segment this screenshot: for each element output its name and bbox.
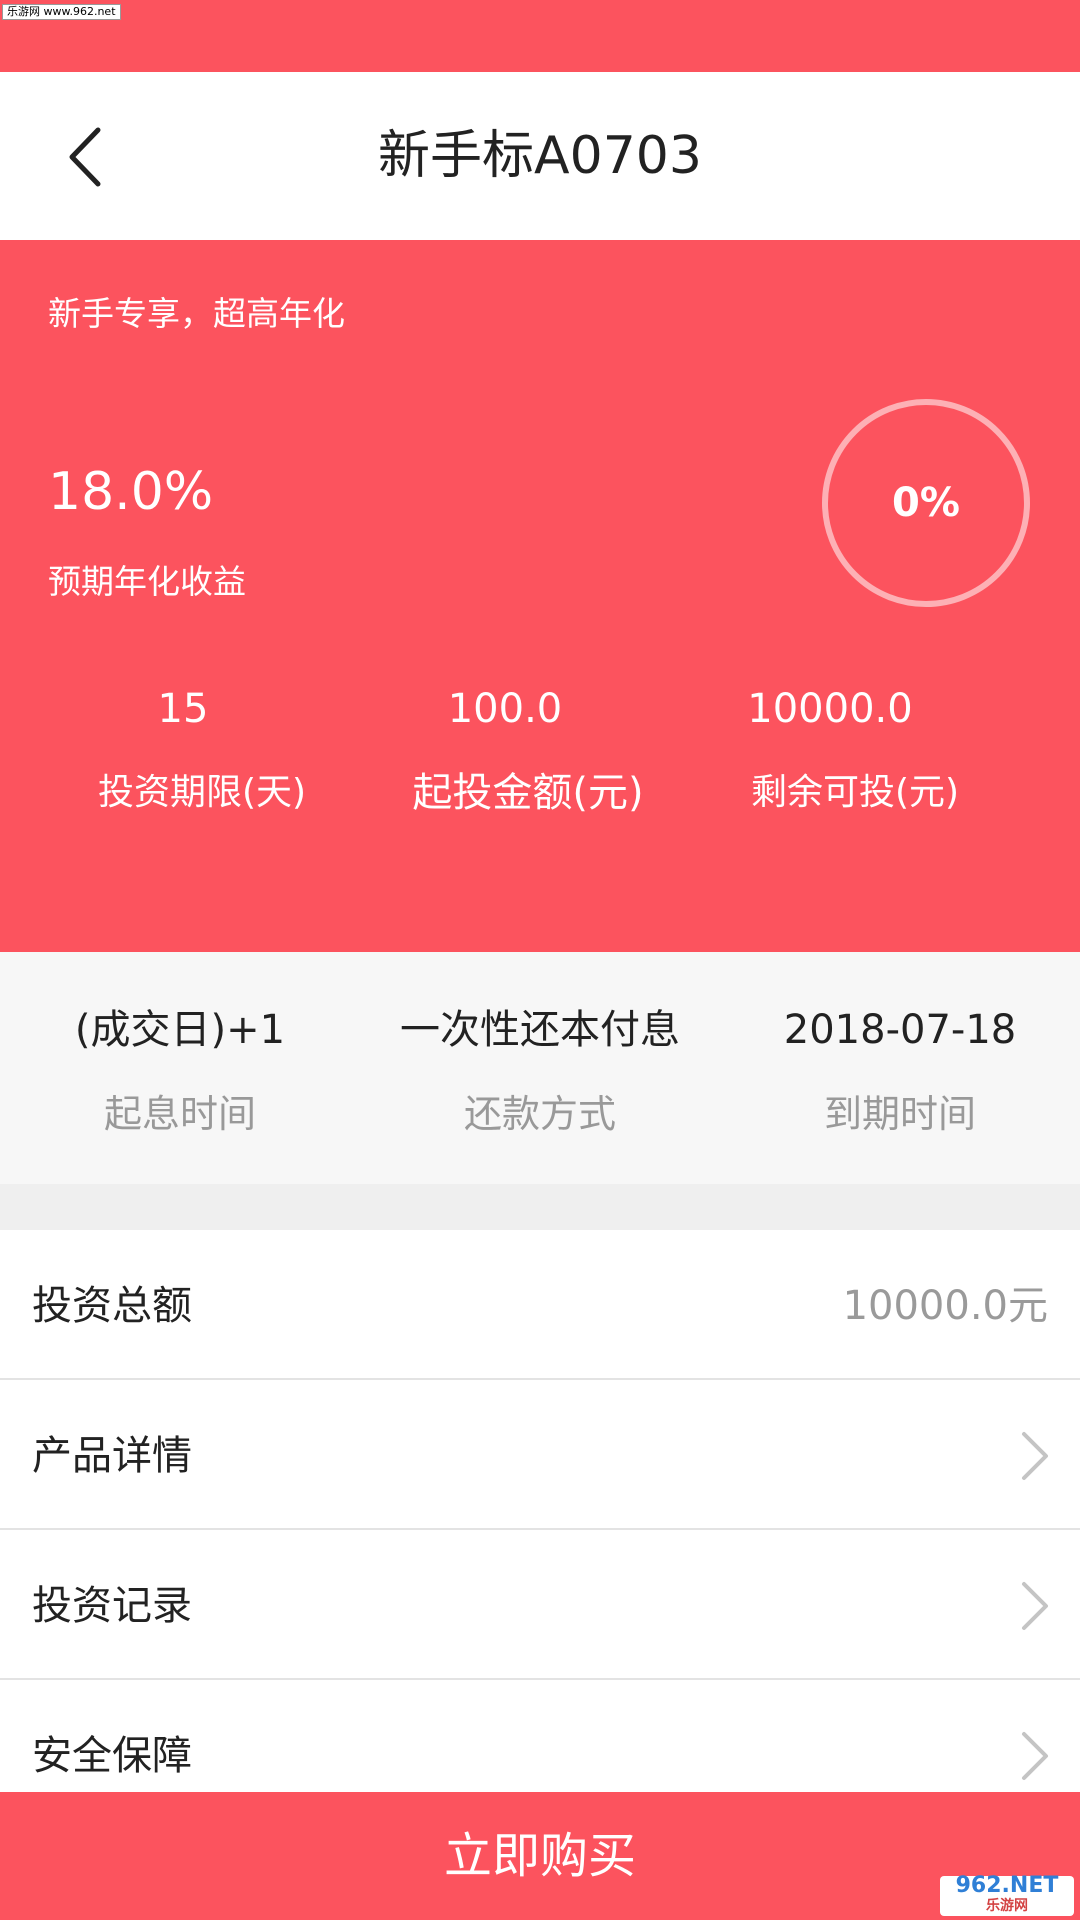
watermark-bottom-right: 962.NET 乐游网: [940, 1873, 1074, 1916]
progress-percent: 0%: [892, 480, 960, 526]
watermark-bottom-right-main: 962.NET: [955, 1873, 1059, 1898]
stat-term-label: 投资期限(天): [97, 772, 307, 813]
term-interest-start: (成交日)+1 起息时间: [0, 1004, 360, 1138]
term-maturity: 2018-07-18 到期时间: [720, 1004, 1080, 1138]
stat-remaining-label: 剩余可投(元): [750, 772, 960, 813]
term-interest-start-label: 起息时间: [103, 1092, 256, 1136]
stat-term: 15 投资期限(天): [52, 684, 352, 816]
status-bar: 乐游网 www.962.net: [0, 0, 1080, 72]
investment-records-label: 投资记录: [32, 1583, 192, 1629]
buy-now-button[interactable]: 立即购买: [0, 1792, 1080, 1920]
product-details-row[interactable]: 产品详情: [0, 1380, 1080, 1530]
stat-min-invest: 100.0 起投金额(元): [378, 684, 678, 816]
section-divider: [0, 1184, 1080, 1230]
term-interest-start-value: (成交日)+1: [74, 1007, 286, 1053]
nav-bar: 新手标A0703: [0, 72, 1080, 240]
term-repayment-label: 还款方式: [463, 1092, 616, 1136]
security-guarantee-label: 安全保障: [32, 1733, 192, 1779]
annual-rate-label: 预期年化收益: [48, 562, 246, 601]
term-maturity-value: 2018-07-18: [783, 1007, 1017, 1053]
chevron-right-icon: [1022, 1432, 1048, 1480]
stat-min-invest-label: 起投金额(元): [412, 770, 644, 816]
page-title: 新手标A0703: [378, 126, 702, 186]
product-details-label: 产品详情: [32, 1433, 192, 1479]
total-investment-row: 投资总额 10000.0元: [0, 1230, 1080, 1380]
term-maturity-label: 到期时间: [823, 1092, 976, 1136]
annual-rate-value: 18.0%: [48, 462, 214, 522]
term-repayment: 一次性还本付息 还款方式: [360, 1004, 720, 1138]
stat-remaining: 10000.0 剩余可投(元): [705, 684, 1005, 816]
terms-panel: (成交日)+1 起息时间 一次性还本付息 还款方式 2018-07-18 到期时…: [0, 952, 1080, 1184]
chevron-right-icon: [1022, 1582, 1048, 1630]
total-investment-value: 10000.0元: [842, 1283, 1048, 1329]
stat-min-invest-value: 100.0: [447, 686, 563, 732]
investment-records-row[interactable]: 投资记录: [0, 1530, 1080, 1680]
stat-remaining-value: 10000.0: [747, 686, 913, 732]
stat-term-value: 15: [157, 686, 209, 732]
product-summary-panel: 新手专享，超高年化 18.0% 预期年化收益 0% 15 投资期限(天) 100…: [0, 240, 1080, 952]
watermark-top-left: 乐游网 www.962.net: [2, 4, 121, 20]
promo-tagline: 新手专享，超高年化: [48, 294, 345, 333]
term-repayment-value: 一次性还本付息: [400, 1007, 680, 1053]
watermark-bottom-right-sub: 乐游网: [986, 1898, 1028, 1914]
chevron-right-icon: [1022, 1732, 1048, 1780]
total-investment-label: 投资总额: [32, 1283, 192, 1329]
